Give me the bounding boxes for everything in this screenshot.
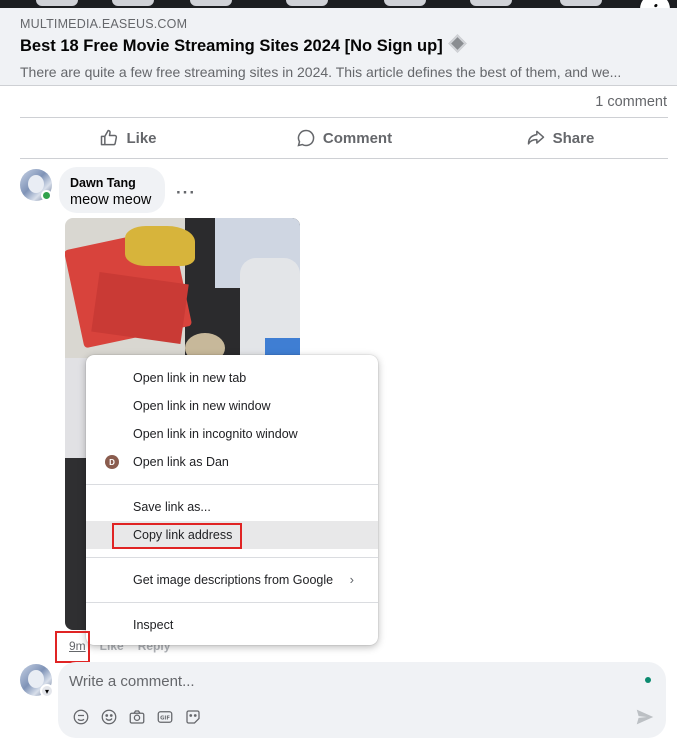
menu-separator bbox=[86, 484, 378, 485]
story-pill bbox=[470, 0, 512, 6]
comment-text: meow meow bbox=[70, 192, 152, 208]
photo-region bbox=[91, 272, 189, 344]
post-action-bar: Like Comment Share bbox=[20, 117, 668, 159]
avatar-sticker-icon[interactable] bbox=[72, 708, 90, 726]
photo-region bbox=[125, 226, 195, 266]
menu-item-label: Open link in incognito window bbox=[133, 427, 298, 441]
more-options-icon[interactable]: ··· bbox=[176, 183, 196, 203]
comment-bubble-icon bbox=[297, 129, 315, 147]
link-description: There are quite a few free streaming sit… bbox=[20, 64, 622, 80]
menu-open-incognito[interactable]: Open link in incognito window bbox=[86, 420, 378, 448]
like-button[interactable]: Like bbox=[20, 118, 236, 158]
copy-link-highlight-box bbox=[112, 523, 242, 549]
svg-text:GIF: GIF bbox=[160, 715, 170, 721]
story-pill bbox=[36, 0, 78, 6]
menu-save-link-as[interactable]: Save link as... bbox=[86, 493, 378, 521]
online-status-dot bbox=[41, 190, 52, 201]
menu-item-label: Open link as Dan bbox=[133, 455, 229, 469]
menu-open-new-window[interactable]: Open link in new window bbox=[86, 392, 378, 420]
share-button[interactable]: Share bbox=[452, 118, 668, 158]
share-arrow-icon bbox=[527, 130, 544, 145]
comment-author[interactable]: Dawn Tang bbox=[70, 176, 154, 190]
share-label: Share bbox=[552, 129, 595, 147]
comment-label: Comment bbox=[322, 129, 393, 147]
diamond-icon bbox=[448, 34, 467, 53]
story-pill bbox=[190, 0, 232, 6]
composer-tools: GIF bbox=[72, 708, 202, 726]
menu-open-new-tab[interactable]: Open link in new tab bbox=[86, 364, 378, 392]
story-pill bbox=[384, 0, 426, 6]
emoji-icon[interactable] bbox=[100, 708, 118, 726]
story-pill bbox=[560, 0, 602, 6]
link-title[interactable]: Best 18 Free Movie Streaming Sites 2024 … bbox=[20, 34, 467, 56]
timestamp-highlight-box bbox=[55, 631, 90, 663]
menu-image-descriptions[interactable]: Get image descriptions from Google › bbox=[86, 566, 378, 594]
link-domain: MULTIMEDIA.EASEUS.COM bbox=[20, 17, 188, 31]
menu-open-as-profile[interactable]: D Open link as Dan bbox=[86, 448, 378, 476]
profile-avatar-icon: D bbox=[105, 455, 119, 469]
menu-separator bbox=[86, 602, 378, 603]
story-pill bbox=[112, 0, 154, 6]
menu-item-label: Inspect bbox=[133, 618, 174, 632]
sticker-icon[interactable] bbox=[184, 708, 202, 726]
thumbs-up-icon bbox=[101, 129, 118, 146]
submenu-arrow-icon: › bbox=[349, 572, 354, 587]
comment-bubble: Dawn Tang meow meow bbox=[59, 167, 165, 213]
comment-button[interactable]: Comment bbox=[236, 118, 452, 158]
like-label: Like bbox=[126, 129, 157, 147]
menu-inspect[interactable]: Inspect bbox=[86, 611, 378, 639]
gif-icon[interactable]: GIF bbox=[156, 708, 174, 726]
menu-separator bbox=[86, 557, 378, 558]
menu-item-label: Open link in new tab bbox=[133, 371, 247, 385]
comment-input[interactable] bbox=[69, 670, 589, 692]
context-menu: Open link in new tab Open link in new wi… bbox=[86, 355, 378, 645]
comment-count[interactable]: 1 comment bbox=[595, 94, 667, 110]
menu-item-label: Open link in new window bbox=[133, 399, 271, 413]
link-title-text: Best 18 Free Movie Streaming Sites 2024 … bbox=[20, 37, 443, 55]
status-dot bbox=[645, 677, 651, 683]
chevron-down-icon[interactable]: ▾ bbox=[40, 684, 54, 698]
link-preview-card[interactable]: MULTIMEDIA.EASEUS.COM Best 18 Free Movie… bbox=[0, 8, 677, 86]
menu-item-label: Save link as... bbox=[133, 500, 211, 514]
send-icon[interactable] bbox=[634, 706, 656, 728]
menu-item-label: Get image descriptions from Google bbox=[133, 573, 334, 587]
top-strip bbox=[0, 0, 677, 8]
camera-icon[interactable] bbox=[128, 708, 146, 726]
story-pill bbox=[286, 0, 328, 6]
comment-composer: GIF bbox=[58, 662, 666, 738]
